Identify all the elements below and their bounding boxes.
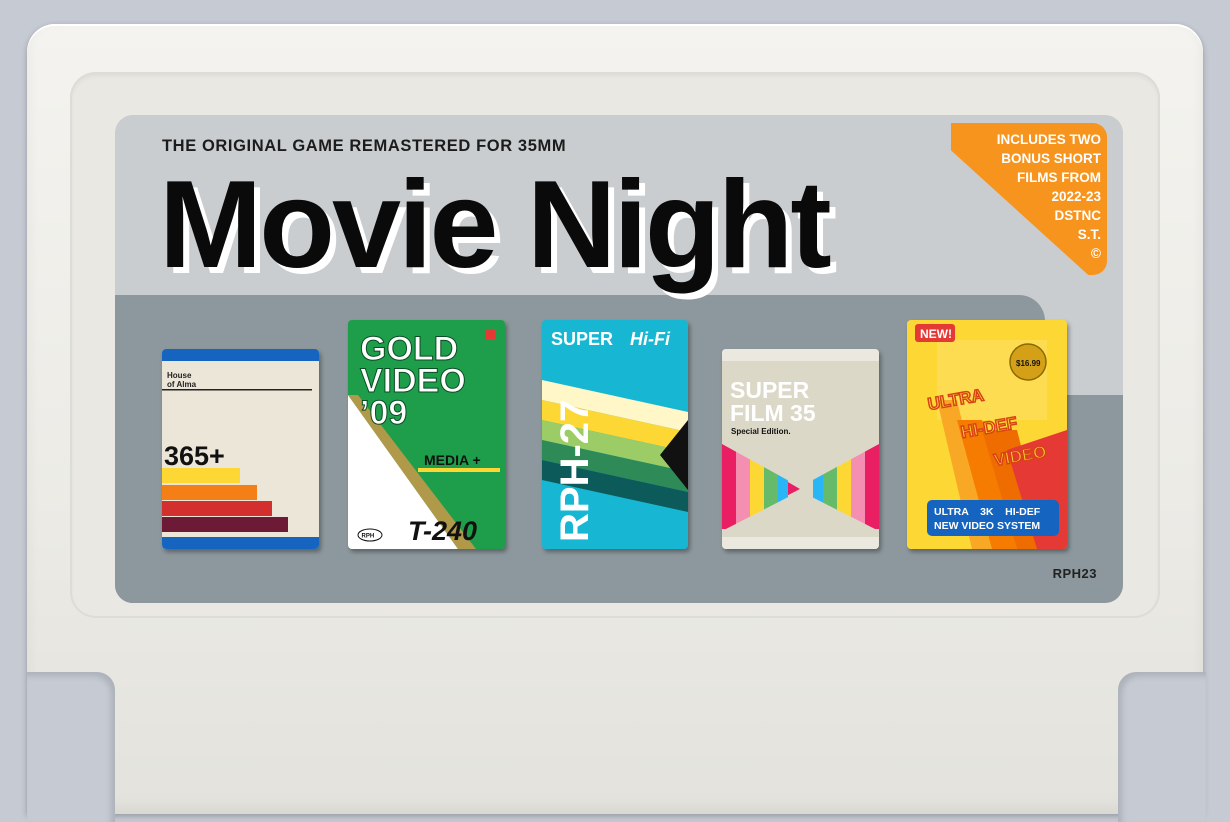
tape-logo: RPH — [362, 534, 375, 540]
tape-flag: NEW! — [920, 327, 952, 341]
badge-line: 2022-23 — [1051, 189, 1101, 204]
tape-foot: NEW VIDEO SYSTEM — [934, 520, 1040, 532]
tape-text: House — [167, 371, 192, 380]
badge-line: BONUS SHORT — [1001, 151, 1101, 166]
game-title: Movie Night — [159, 156, 832, 294]
tape-house-of-alma: House of Alma 365+ — [162, 349, 319, 549]
badge-line: S.T. — [1077, 227, 1101, 242]
tape-text: of Alma — [167, 380, 197, 389]
tape-number: 365+ — [164, 441, 225, 471]
tape-ultra-hidef: NEW! $16.99 ULTRA HI-DEF VIDEO ULTRA 3K … — [907, 320, 1067, 549]
tape-price: $16.99 — [1016, 359, 1041, 368]
cartridge-label: THE ORIGINAL GAME REMASTERED FOR 35MM Mo… — [115, 115, 1123, 603]
tape-super-hifi: SUPER Hi-Fi RPH-27 — [542, 320, 688, 549]
cartridge-notch-right — [1118, 672, 1206, 822]
badge-line: FILMS FROM — [1017, 170, 1101, 185]
tape-gold-video: GOLD VIDEO ’09 MEDIA + T-240 RPH — [348, 320, 505, 549]
tagline: THE ORIGINAL GAME REMASTERED FOR 35MM — [162, 137, 567, 155]
bonus-badge: INCLUDES TWO BONUS SHORT FILMS FROM 2022… — [951, 123, 1107, 275]
badge-line: INCLUDES TWO — [996, 132, 1101, 147]
tape-text: ’09 — [360, 394, 407, 432]
tape-text: FILM 35 — [730, 400, 816, 426]
badge-line: DSTNC — [1054, 208, 1102, 223]
tape-foot: ULTRA 3K HI-DEF — [934, 506, 1041, 518]
tape-tag: MEDIA + — [424, 452, 481, 468]
tape-super-film: SUPER FILM 35 Special Edition. — [722, 349, 879, 549]
tape-edition: Special Edition. — [731, 427, 791, 436]
serial-number: RPH23 — [1052, 566, 1097, 581]
tape-header-italic: Hi-Fi — [630, 329, 671, 349]
tape-code: RPH-27 — [553, 400, 597, 542]
badge-line: © — [1091, 246, 1101, 261]
cartridge-notch-left — [27, 672, 115, 822]
tape-header: SUPER — [551, 329, 613, 349]
tape-code: T-240 — [408, 516, 477, 546]
